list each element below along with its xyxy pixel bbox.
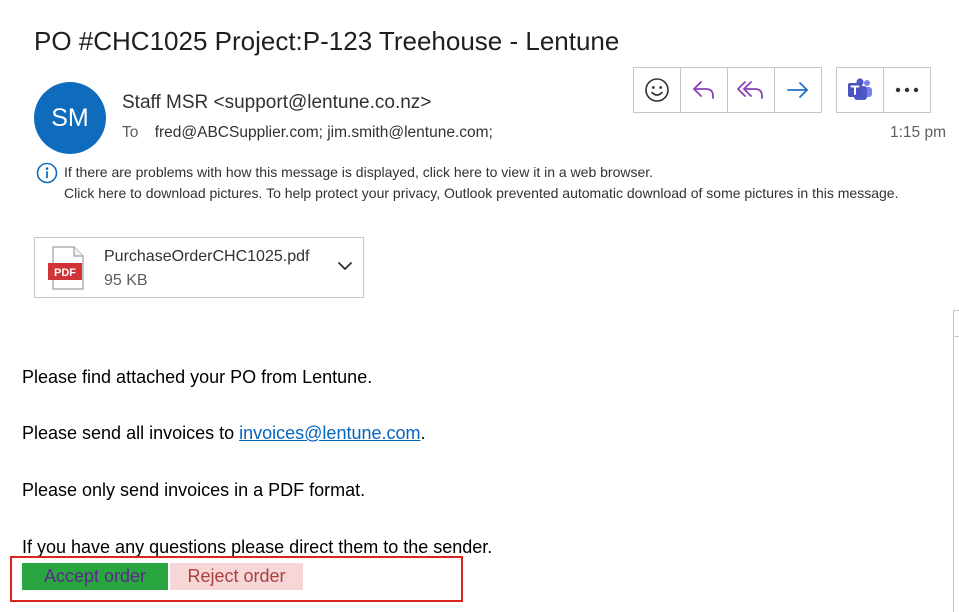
pdf-badge-text: PDF bbox=[54, 267, 76, 279]
message-toolbar bbox=[633, 67, 931, 113]
pdf-file-icon: PDF bbox=[48, 246, 84, 290]
more-icon bbox=[895, 87, 919, 93]
reply-all-button[interactable] bbox=[727, 67, 775, 113]
info-bar[interactable]: If there are problems with how this mess… bbox=[36, 162, 941, 204]
scrollbar-track[interactable] bbox=[953, 310, 959, 612]
avatar-initials: SM bbox=[51, 103, 89, 132]
body-paragraph-2: Please send all invoices to invoices@len… bbox=[22, 423, 426, 444]
forward-icon bbox=[787, 82, 808, 98]
info-line-download-pictures[interactable]: Click here to download pictures. To help… bbox=[64, 183, 944, 204]
info-line-web-view[interactable]: If there are problems with how this mess… bbox=[64, 162, 941, 183]
recipients-row: To fred@ABCSupplier.com; jim.smith@lentu… bbox=[122, 124, 493, 142]
more-actions-button[interactable] bbox=[883, 67, 931, 113]
action-highlight-box bbox=[10, 556, 463, 602]
reply-all-icon bbox=[737, 81, 763, 99]
invoices-email-link[interactable]: invoices@lentune.com bbox=[239, 423, 420, 443]
to-addresses[interactable]: fred@ABCSupplier.com; jim.smith@lentune.… bbox=[155, 124, 493, 141]
scrollbar-divider bbox=[953, 336, 959, 337]
body-paragraph-2-prefix: Please send all invoices to bbox=[22, 423, 240, 443]
body-paragraph-1: Please find attached your PO from Lentun… bbox=[22, 367, 373, 387]
message-time: 1:15 pm bbox=[889, 124, 946, 141]
react-button[interactable] bbox=[633, 67, 681, 113]
message-subject: PO #CHC1025 Project:P-123 Treehouse - Le… bbox=[34, 26, 620, 56]
body-paragraph-2-suffix: . bbox=[420, 423, 426, 443]
attachment-size: 95 KB bbox=[104, 272, 148, 289]
body-paragraph-4: If you have any questions please direct … bbox=[22, 537, 493, 557]
sender-name[interactable]: Staff MSR <support@lentune.co.nz> bbox=[122, 92, 431, 114]
chevron-down-icon[interactable] bbox=[337, 260, 353, 272]
sender-avatar[interactable]: SM bbox=[34, 82, 106, 154]
to-label: To bbox=[122, 124, 139, 141]
emoji-icon bbox=[645, 78, 669, 102]
forward-button[interactable] bbox=[774, 67, 822, 113]
reply-icon bbox=[693, 81, 714, 99]
info-icon bbox=[36, 162, 58, 184]
teams-icon bbox=[848, 78, 872, 100]
attachment-filename: PurchaseOrderCHC1025.pdf bbox=[104, 248, 310, 265]
teams-button[interactable] bbox=[836, 67, 884, 113]
reply-button[interactable] bbox=[680, 67, 728, 113]
body-paragraph-3: Please only send invoices in a PDF forma… bbox=[22, 480, 366, 500]
attachment-card[interactable]: PDF PurchaseOrderCHC1025.pdf 95 KB bbox=[34, 237, 364, 298]
